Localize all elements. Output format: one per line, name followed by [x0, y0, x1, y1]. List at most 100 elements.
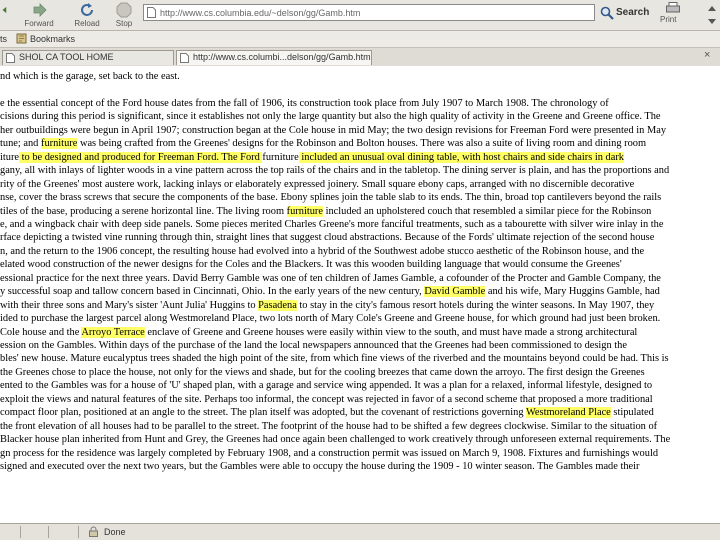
text-line: tune; and furniture was being crafted fr… [0, 137, 720, 150]
bookmarks-icon [16, 33, 27, 44]
address-input[interactable] [160, 5, 590, 20]
text-line: the Greenes chose to place the house, no… [0, 366, 720, 379]
address-bar[interactable] [143, 4, 595, 21]
text-run: the front elevation of all houses had to… [0, 420, 658, 432]
tab-bar: SHOL CA TOOL HOME http://www.cs.columbi.… [0, 48, 720, 67]
text-line: elated wood construction of the newer de… [0, 258, 720, 271]
text-run: tiles of the base, producing a serene ho… [0, 205, 287, 217]
text-run: the Greenes chose to place the house, no… [0, 366, 645, 378]
text-line: rity of the Greenes' most austere work, … [0, 178, 720, 191]
search-highlight: Arroyo Terrace [81, 326, 145, 338]
text-line: nse, cover the brass screws that secure … [0, 191, 720, 204]
text-run: iture [0, 151, 20, 163]
security-lock-icon [89, 526, 98, 537]
text-line: Cole house and the Arroyo Terrace enclav… [0, 326, 720, 339]
text-line: y successful soap and tallow concern bas… [0, 285, 720, 298]
text-run: rity of the Greenes' most austere work, … [0, 178, 635, 190]
status-text: Done [104, 527, 126, 537]
bookmarks-label: Bookmarks [30, 34, 76, 44]
text-line: the front elevation of all houses had to… [0, 420, 720, 433]
status-bar: Done [0, 523, 720, 540]
search-highlight: Westmoreland Place [525, 407, 611, 419]
magnifier-icon [600, 6, 614, 20]
text-run: bles' new house. Mature eucalyptus trees… [0, 353, 669, 365]
text-run: tune; and [0, 138, 41, 150]
text-line: signed and executed over the next two ye… [0, 460, 720, 473]
text-run: gany, all with inlays of lighter woods i… [0, 165, 670, 177]
tab-gamble-page[interactable]: http://www.cs.columbi...delson/gg/Gamb.h… [176, 50, 372, 65]
close-tab-icon[interactable]: × [704, 49, 710, 61]
text-line: nd which is the garage, set back to the … [0, 70, 720, 83]
page-icon [180, 53, 189, 63]
search-label: Search [616, 7, 650, 18]
text-run: exploit the views and natural features o… [0, 393, 653, 405]
text-run: y successful soap and tallow concern bas… [0, 286, 425, 298]
text-run: compact floor plan, positioned at an ang… [0, 407, 526, 419]
text-run: n, and the return to the 1906 concept, t… [0, 245, 645, 257]
text-line: ession on the Gambles. Within days of th… [0, 339, 720, 352]
bookmarks-bar: ts Bookmarks [0, 31, 720, 48]
tab-label: http://www.cs.columbi...delson/gg/Gamb.h… [193, 52, 371, 62]
text-run: gn process for the residence was largely… [0, 447, 659, 459]
print-button[interactable]: Print [660, 2, 688, 26]
search-highlight: David Gamble [424, 286, 486, 298]
bookmarks-bar-fragment: ts [0, 34, 8, 44]
text-line: with their three sons and Mary's sister … [0, 299, 720, 312]
search-highlight: to be designed and produced for Freeman … [19, 151, 263, 163]
text-run: signed and executed over the next two ye… [0, 461, 640, 473]
text-line: e, and a wingback chair with deep side p… [0, 218, 720, 231]
text-line: bles' new house. Mature eucalyptus trees… [0, 352, 720, 365]
text-line: exploit the views and natural features o… [0, 393, 720, 406]
text-line: gn process for the residence was largely… [0, 447, 720, 460]
scroll-arrows-icon [708, 6, 716, 24]
print-label: Print [660, 15, 677, 24]
search-highlight: Pasadena [258, 299, 297, 311]
text-run: ented to the Gambles was for a house of … [0, 380, 653, 392]
text-run: included an upholstered couch that resem… [323, 205, 652, 217]
stop-label: Stop [115, 19, 133, 28]
text-line: gany, all with inlays of lighter woods i… [0, 164, 720, 177]
reload-icon [81, 3, 93, 16]
text-run: furniture [262, 151, 299, 163]
search-highlight: furniture [286, 205, 323, 217]
text-run: e, and a wingback chair with deep side p… [0, 218, 664, 230]
text-run: was being crafted from the Greenes' desi… [77, 138, 647, 150]
status-divider [48, 526, 49, 538]
text-line: Blacker house plan inherited from Hunt a… [0, 433, 720, 446]
status-divider [78, 526, 79, 538]
back-arrow-icon [2, 6, 7, 14]
stop-icon [116, 2, 132, 18]
text-line [0, 83, 720, 96]
text-run: essional practice for the next three yea… [0, 272, 661, 284]
forward-button[interactable]: Forward [18, 0, 60, 30]
search-button[interactable]: Search [598, 4, 650, 22]
stop-button[interactable]: Stop [110, 0, 138, 30]
text-run: stipulated [610, 407, 654, 419]
text-run: her outbuildings were begun in April 190… [0, 124, 667, 136]
forward-arrow-icon [33, 3, 47, 17]
text-line: her outbuildings were begun in April 190… [0, 124, 720, 137]
toolbar-overflow-scroll[interactable] [706, 2, 718, 28]
text-run: ided to purchase the largest parcel alon… [0, 313, 661, 325]
text-run: with their three sons and Mary's sister … [0, 299, 259, 311]
tab-shol-home[interactable]: SHOL CA TOOL HOME [2, 50, 174, 65]
text-line: n, and the return to the 1906 concept, t… [0, 245, 720, 258]
text-line: ented to the Gambles was for a house of … [0, 379, 720, 392]
back-button[interactable] [0, 0, 10, 30]
text-run: nd which is the garage, set back to the … [0, 71, 180, 82]
page-icon [147, 7, 156, 18]
reload-button[interactable]: Reload [70, 0, 104, 30]
search-highlight: furniture [40, 138, 78, 150]
tab-label: SHOL CA TOOL HOME [19, 52, 114, 62]
forward-label: Forward [24, 19, 54, 28]
text-run: Blacker house plan inherited from Hunt a… [0, 434, 671, 446]
text-run: elated wood construction of the newer de… [0, 259, 622, 271]
printer-icon [666, 2, 680, 13]
text-line: cisions during this period is significan… [0, 110, 720, 123]
text-line: ided to purchase the largest parcel alon… [0, 312, 720, 325]
page-icon [6, 53, 15, 63]
text-line: rface depicting a twisted vine running t… [0, 231, 720, 244]
text-line: essional practice for the next three yea… [0, 272, 720, 285]
text-line: compact floor plan, positioned at an ang… [0, 406, 720, 419]
text-line: iture to be designed and produced for Fr… [0, 151, 720, 164]
